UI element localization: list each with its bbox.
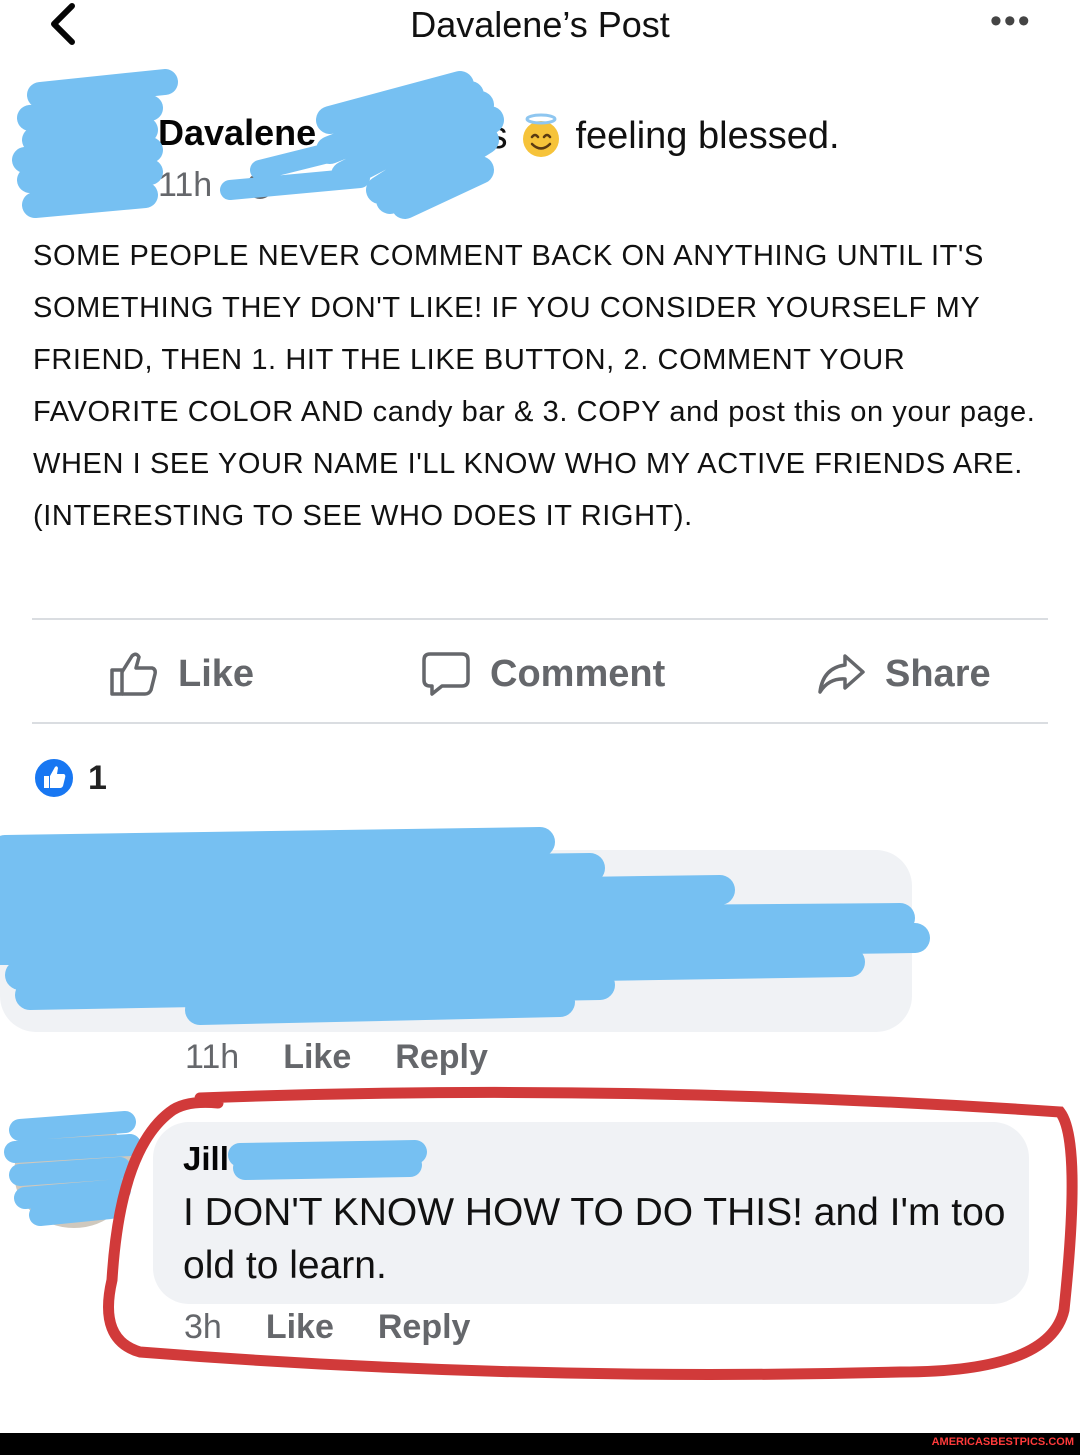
- comment-label: Comment: [490, 652, 666, 695]
- watermark-bar: [0, 1433, 1080, 1455]
- comment-bubble-icon: [422, 652, 470, 696]
- status-prefix: is: [480, 114, 508, 157]
- comment-bubble: [0, 850, 912, 1032]
- comment-like-button[interactable]: Like: [266, 1308, 334, 1347]
- comment-reply-button[interactable]: Reply: [378, 1308, 471, 1347]
- divider: [32, 722, 1048, 724]
- post-text: SOME PEOPLE NEVER COMMENT BACK ON ANYTHI…: [33, 240, 1036, 532]
- post-meta: 11h ·: [158, 166, 276, 205]
- commenter-avatar[interactable]: [14, 1118, 134, 1228]
- comment-meta: 3h Like Reply: [184, 1308, 470, 1347]
- comment-time: 11h: [185, 1038, 240, 1076]
- comment-reply-button[interactable]: Reply: [395, 1038, 488, 1077]
- thumbs-up-icon: [110, 652, 157, 696]
- like-reaction-icon: [33, 757, 75, 799]
- globe-icon: [246, 172, 273, 199]
- share-arrow-icon: [818, 654, 865, 694]
- post-time[interactable]: 11h: [158, 166, 212, 205]
- share-button[interactable]: Share: [815, 642, 991, 706]
- meta-separator: ·: [222, 166, 234, 204]
- reaction-summary[interactable]: 1: [32, 756, 107, 800]
- reaction-count: 1: [88, 758, 107, 797]
- halo-smile-emoji-icon: [523, 113, 560, 157]
- comment-time: 3h: [184, 1308, 222, 1346]
- comment-button[interactable]: Comment: [420, 642, 665, 706]
- divider: [32, 618, 1048, 620]
- page-title: Davalene’s Post: [410, 4, 670, 45]
- watermark: AMERICASBESTPICS.COM: [931, 1436, 1074, 1448]
- more-options-button[interactable]: •••: [990, 2, 1050, 42]
- comment-text: I DON'T KNOW HOW TO DO THIS! and I'm too…: [183, 1191, 1006, 1287]
- comment-like-button[interactable]: Like: [283, 1038, 351, 1077]
- avatar[interactable]: [28, 110, 140, 210]
- status-text: feeling blessed.: [575, 114, 840, 157]
- comment-meta: 11h Like Reply: [185, 1038, 488, 1077]
- feeling-status: is feeling blessed.: [480, 112, 840, 160]
- like-button[interactable]: Like: [108, 642, 254, 706]
- author-name[interactable]: Davalene: [158, 112, 316, 154]
- commenter-name[interactable]: Jill: [183, 1140, 229, 1178]
- like-label: Like: [178, 652, 255, 695]
- share-label: Share: [885, 652, 991, 695]
